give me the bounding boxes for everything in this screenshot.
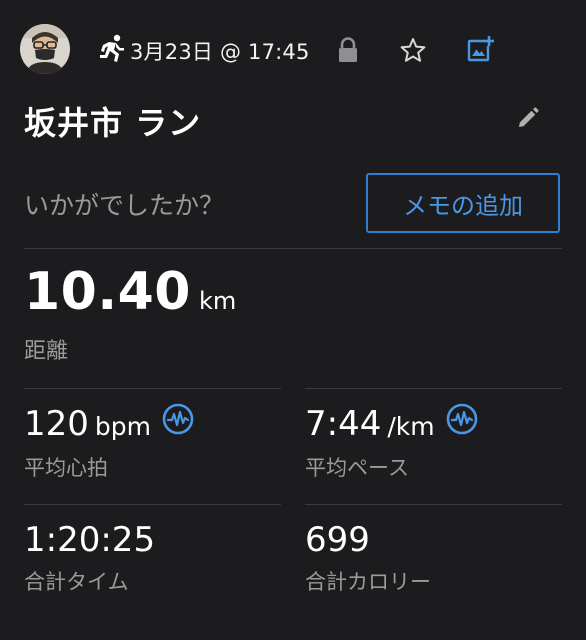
- divider: [24, 248, 562, 249]
- running-person-icon: [100, 34, 124, 62]
- avg-pace-label: 平均ペース: [305, 456, 409, 480]
- avg-pace-unit: /km: [387, 412, 435, 441]
- divider: [305, 388, 562, 389]
- avg-pace-value: 7:44/km: [305, 404, 435, 444]
- lock-icon[interactable]: [337, 37, 359, 63]
- distance-label: 距離: [24, 339, 69, 364]
- add-photo-icon[interactable]: [466, 35, 494, 63]
- avg-heart-rate-number: 120: [24, 404, 89, 444]
- avg-pace-number: 7:44: [305, 404, 382, 444]
- star-icon[interactable]: [400, 37, 426, 63]
- avg-heart-rate-value: 120 bpm: [24, 404, 151, 444]
- pulse-chart-icon[interactable]: [162, 403, 194, 435]
- activity-title[interactable]: 坂井市 ラン: [24, 98, 201, 144]
- divider: [24, 388, 281, 389]
- memo-prompt: いかがでしたか？: [24, 191, 225, 220]
- total-calories-value: 699: [305, 520, 370, 560]
- pencil-icon[interactable]: [516, 106, 540, 130]
- distance-value: 10.40 km: [24, 262, 236, 322]
- pulse-chart-icon[interactable]: [446, 403, 478, 435]
- distance-number: 10.40: [24, 262, 191, 322]
- total-time-value: 1:20:25: [24, 520, 156, 560]
- divider: [305, 504, 562, 505]
- activity-date: 3月23日 @ 17:45: [130, 40, 310, 64]
- total-calories-label: 合計カロリー: [305, 570, 431, 594]
- add-memo-button[interactable]: メモの追加: [366, 173, 560, 233]
- avg-heart-rate-unit: bpm: [94, 412, 151, 441]
- avg-heart-rate-label: 平均心拍: [24, 456, 108, 480]
- distance-unit: km: [198, 287, 237, 315]
- divider: [24, 504, 281, 505]
- avatar[interactable]: [20, 24, 70, 74]
- total-time-label: 合計タイム: [24, 570, 129, 594]
- avatar-image: [20, 24, 70, 74]
- activity-detail-screen: 3月23日 @ 17:45 坂井市 ラン いかがでしたか？ メモの追加 10.4…: [0, 0, 586, 640]
